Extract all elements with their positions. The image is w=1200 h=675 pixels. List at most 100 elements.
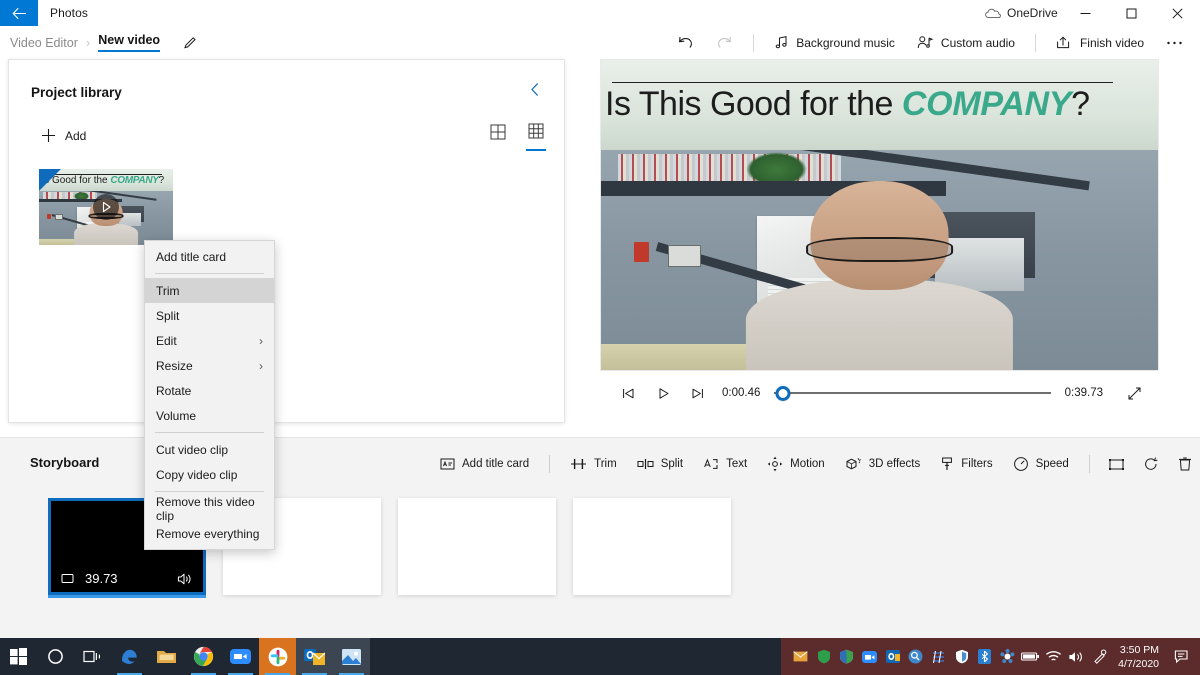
video-preview[interactable]: Is This Good for the COMPANY?: [600, 59, 1159, 371]
wifi-icon: [1046, 651, 1062, 661]
edge-button[interactable]: [111, 638, 148, 675]
play-button[interactable]: [646, 378, 680, 408]
three-d-effects-label: 3D effects: [868, 458, 921, 470]
add-title-card-button[interactable]: Add title card: [430, 449, 539, 479]
start-button[interactable]: [0, 638, 37, 675]
text-button[interactable]: Text: [693, 449, 757, 479]
play-overlay-button[interactable]: [93, 194, 119, 220]
view-small-grid-button[interactable]: [526, 120, 546, 151]
photos-button[interactable]: [333, 638, 370, 675]
context-menu-item-add-title-card[interactable]: Add title card: [145, 244, 274, 269]
volume-icon: [1069, 651, 1082, 662]
preview-scene: Is This Good for the COMPANY?: [601, 60, 1158, 370]
onedrive-status[interactable]: OneDrive: [985, 0, 1058, 26]
context-menu-item-edit[interactable]: Edit ›: [145, 328, 274, 353]
security-icon-button[interactable]: [835, 638, 858, 675]
context-menu-label: Volume: [156, 408, 197, 423]
three-d-effects-button[interactable]: 3D effects: [835, 449, 931, 479]
breadcrumb-video-editor[interactable]: Video Editor: [10, 36, 78, 50]
seek-rail: [774, 392, 1051, 394]
custom-audio-button[interactable]: Custom audio: [906, 28, 1026, 58]
seek-slider[interactable]: [774, 378, 1051, 408]
zoom-tray-icon-button[interactable]: [858, 638, 881, 675]
custom-audio-label: Custom audio: [940, 35, 1015, 50]
outlook-tray-icon-button[interactable]: [881, 638, 904, 675]
three-d-effects-icon: [845, 456, 862, 472]
chrome-button[interactable]: [185, 638, 222, 675]
minimize-button[interactable]: [1062, 0, 1108, 26]
motion-button[interactable]: Motion: [757, 449, 835, 479]
close-button[interactable]: [1154, 0, 1200, 26]
context-menu-item-resize[interactable]: Resize ›: [145, 353, 274, 378]
action-center-button[interactable]: [1168, 638, 1196, 675]
preview-pane: Is This Good for the COMPANY? 0:00.46 0:…: [600, 59, 1161, 427]
finish-video-button[interactable]: Finish video: [1045, 28, 1155, 58]
previous-frame-button[interactable]: [612, 378, 646, 408]
split-button[interactable]: Split: [627, 449, 693, 479]
pen-icon-button[interactable]: [1088, 638, 1111, 675]
player-controls: 0:00.46 0:39.73: [600, 371, 1161, 415]
background-music-button[interactable]: Background music: [763, 28, 906, 58]
filters-label: Filters: [961, 458, 993, 470]
volume-icon-button[interactable]: [1065, 638, 1088, 675]
trim-button[interactable]: Trim: [560, 449, 627, 479]
context-menu-item-volume[interactable]: Volume: [145, 403, 274, 428]
more-options-button[interactable]: [1155, 28, 1194, 58]
add-title-card-label: Add title card: [462, 458, 530, 470]
mail-tray-icon-button[interactable]: [789, 638, 812, 675]
maximize-button[interactable]: [1108, 0, 1154, 26]
rotate-button[interactable]: [1134, 449, 1168, 479]
context-menu-item-rotate[interactable]: Rotate: [145, 378, 274, 403]
task-view-button[interactable]: [74, 638, 111, 675]
undo-button[interactable]: [666, 28, 705, 58]
trim-icon: [570, 457, 587, 471]
cortana-button[interactable]: [37, 638, 74, 675]
context-menu-item-copy-video-clip[interactable]: Copy video clip: [145, 462, 274, 487]
search-tray-icon-button[interactable]: [904, 638, 927, 675]
shield-green-icon-button[interactable]: [812, 638, 835, 675]
collapse-library-button[interactable]: [525, 80, 546, 104]
context-menu-item-remove-everything[interactable]: Remove everything: [145, 521, 274, 546]
delete-button[interactable]: [1168, 449, 1200, 479]
scene-photo-frame: [55, 214, 64, 220]
context-menu-item-trim[interactable]: Trim: [145, 278, 274, 303]
grid-large-icon: [490, 124, 506, 140]
breadcrumb-new-video[interactable]: New video: [98, 33, 161, 52]
seek-knob[interactable]: [775, 385, 791, 401]
zoom-tray-icon: [862, 650, 878, 663]
taskbar-clock[interactable]: 3:50 PM 4/7/2020: [1111, 643, 1168, 671]
filters-button[interactable]: Filters: [930, 449, 1002, 479]
pen-icon: [1094, 649, 1107, 664]
defender-icon-button[interactable]: [950, 638, 973, 675]
add-media-button[interactable]: Add: [39, 124, 92, 147]
context-menu-item-split[interactable]: Split: [145, 303, 274, 328]
speed-button[interactable]: Speed: [1003, 449, 1079, 479]
wifi-icon-button[interactable]: [1042, 638, 1065, 675]
battery-icon-button[interactable]: [1019, 638, 1042, 675]
library-item-video[interactable]: is Good for the COMPANY?: [39, 169, 173, 245]
redo-button[interactable]: [705, 28, 744, 58]
fullscreen-button[interactable]: [1119, 378, 1149, 408]
rename-project-button[interactable]: [178, 31, 202, 55]
context-menu-item-cut-video-clip[interactable]: Cut video clip: [145, 437, 274, 462]
context-menu-item-remove-this-video-clip[interactable]: Remove this video clip: [145, 495, 274, 523]
outlook-tray-icon: [885, 650, 900, 663]
settings-tray-icon-button[interactable]: [996, 638, 1019, 675]
sync-icon-button[interactable]: [927, 638, 950, 675]
next-frame-button[interactable]: [680, 378, 714, 408]
bluetooth-icon-button[interactable]: [973, 638, 996, 675]
back-button[interactable]: [0, 0, 38, 26]
view-large-grid-button[interactable]: [488, 121, 508, 150]
zoom-button[interactable]: [222, 638, 259, 675]
previous-frame-icon: [623, 388, 634, 398]
storyboard-divider-2: [1088, 455, 1090, 473]
outlook-button[interactable]: [296, 638, 333, 675]
file-explorer-button[interactable]: [148, 638, 185, 675]
aspect-ratio-button[interactable]: [1100, 449, 1134, 479]
title-card-icon: [440, 457, 455, 471]
slack-button[interactable]: [259, 638, 296, 675]
system-tray: 3:50 PM 4/7/2020: [781, 638, 1200, 675]
delete-icon: [1178, 457, 1191, 471]
storyboard-clip-slot-4[interactable]: [573, 498, 731, 595]
storyboard-clip-slot-3[interactable]: [398, 498, 556, 595]
